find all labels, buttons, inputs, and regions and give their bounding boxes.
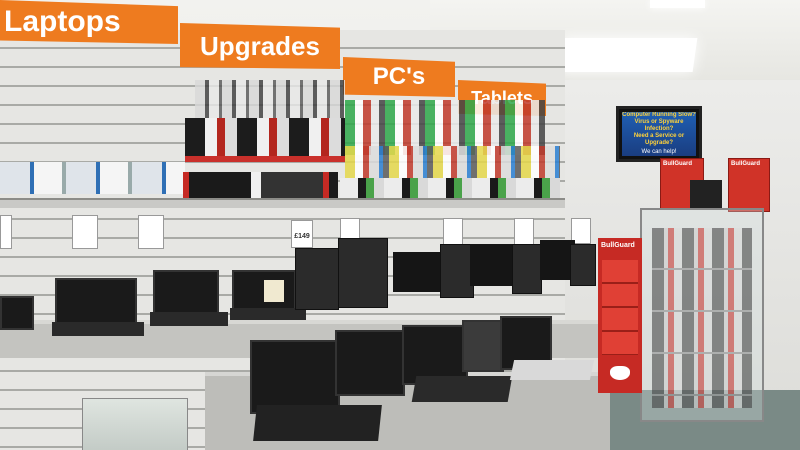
pcs-banner-text: PC's bbox=[372, 63, 426, 90]
keyboard-boxes bbox=[183, 172, 338, 200]
laptop-keyboard bbox=[509, 360, 595, 380]
bullguard-box-label: BullGuard bbox=[731, 161, 761, 167]
price-tag bbox=[443, 218, 463, 246]
laptop-screen bbox=[335, 330, 405, 396]
pcs-banner: PC's bbox=[343, 57, 455, 97]
upgrades-banner-text: Upgrades bbox=[200, 30, 320, 61]
laptop-screen bbox=[462, 320, 504, 372]
tv-line-4: We can help! bbox=[641, 149, 677, 155]
cabinet-products bbox=[652, 228, 752, 408]
laptop-screen bbox=[55, 278, 137, 328]
tv-line-2: Virus or Spyware Infection? bbox=[634, 119, 684, 132]
laptop-keyboard bbox=[253, 405, 382, 441]
ceiling-light-small bbox=[650, 0, 705, 8]
laptop-screen bbox=[250, 340, 340, 414]
tv-line-1: Computer Running Slow? bbox=[622, 112, 696, 118]
bullguard-box-label: BullGuard bbox=[663, 161, 693, 167]
laptops-banner: Laptops bbox=[0, 0, 178, 44]
laptops-banner-text: Laptops bbox=[4, 5, 121, 38]
laptop-display-image bbox=[264, 280, 284, 302]
price-tag bbox=[72, 215, 98, 249]
bull-logo-icon bbox=[610, 366, 630, 380]
pc-tower bbox=[338, 238, 388, 308]
tv-line-3: Need a Service or Upgrade? bbox=[633, 133, 685, 146]
pc-tower bbox=[440, 244, 474, 298]
external-drives bbox=[0, 162, 185, 194]
bullguard-box: BullGuard bbox=[728, 158, 770, 212]
laptop-screen bbox=[153, 270, 219, 318]
bullguard-stand: BullGuard bbox=[598, 238, 642, 393]
accessory-items bbox=[185, 118, 345, 156]
wall-tv: Computer Running Slow? Virus or Spyware … bbox=[616, 106, 702, 162]
tv-screen: Computer Running Slow? Virus or Spyware … bbox=[622, 112, 696, 156]
laptop-keyboard bbox=[52, 322, 144, 336]
ceiling-light bbox=[557, 38, 698, 72]
product-box-dark bbox=[690, 180, 722, 208]
price-tag bbox=[0, 215, 12, 249]
pc-tower bbox=[512, 244, 542, 294]
red-shelf bbox=[185, 156, 345, 162]
price-tag bbox=[340, 218, 360, 240]
product-box bbox=[82, 398, 188, 450]
pc-tower bbox=[295, 248, 339, 310]
store-interior-photo: Laptops Upgrades PC's Tablets £149 Compu… bbox=[0, 0, 800, 450]
laptop-keyboard bbox=[150, 312, 228, 326]
top-shelf bbox=[0, 198, 565, 208]
glass-cabinet bbox=[640, 208, 764, 422]
price-tag-tower-text: £149 bbox=[294, 233, 310, 240]
laptop-keyboard bbox=[411, 376, 513, 402]
price-tag bbox=[514, 218, 534, 246]
laptop-screen bbox=[0, 296, 34, 330]
bullguard-stand-boxes bbox=[602, 260, 638, 355]
upgrades-banner: Upgrades bbox=[180, 23, 340, 69]
price-tag bbox=[138, 215, 164, 249]
pc-tower bbox=[570, 244, 596, 286]
price-tag-tower: £149 bbox=[291, 220, 313, 248]
bullguard-stand-label: BullGuard bbox=[601, 242, 635, 249]
